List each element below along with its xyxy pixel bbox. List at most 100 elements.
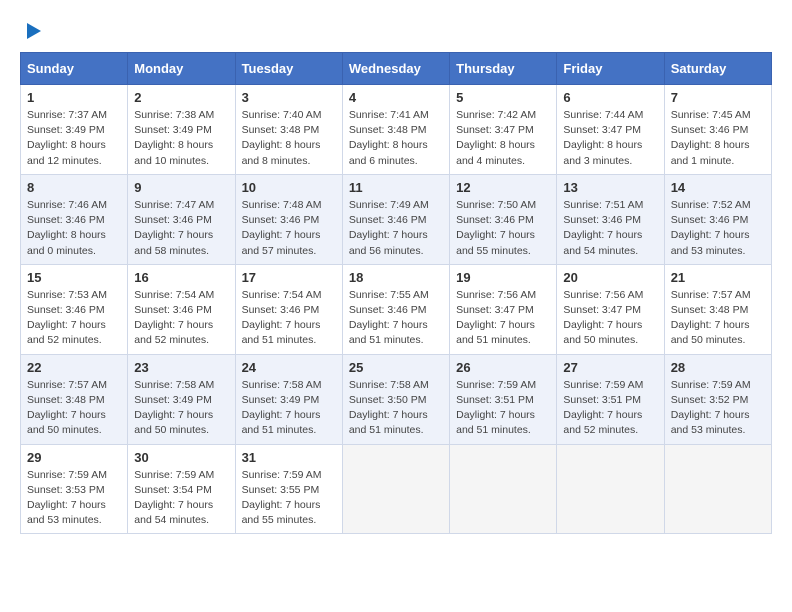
- day-info: Sunrise: 7:40 AMSunset: 3:48 PMDaylight:…: [242, 108, 336, 169]
- calendar-cell: 13 Sunrise: 7:51 AMSunset: 3:46 PMDayligh…: [557, 174, 664, 264]
- calendar-cell: 11 Sunrise: 7:49 AMSunset: 3:46 PMDayligh…: [342, 174, 449, 264]
- day-info: Sunrise: 7:51 AMSunset: 3:46 PMDaylight:…: [563, 198, 657, 259]
- calendar-cell: 29Sunrise: 7:59 AMSunset: 3:53 PMDayligh…: [21, 444, 128, 534]
- calendar-cell: 6 Sunrise: 7:44 AMSunset: 3:47 PMDaylight…: [557, 85, 664, 175]
- calendar-cell: 19Sunrise: 7:56 AMSunset: 3:47 PMDayligh…: [450, 264, 557, 354]
- calendar-cell: [450, 444, 557, 534]
- calendar-cell: 18 Sunrise: 7:55 AMSunset: 3:46 PMDayligh…: [342, 264, 449, 354]
- day-number: 22: [27, 360, 121, 375]
- calendar-cell: 16 Sunrise: 7:54 AMSunset: 3:46 PMDayligh…: [128, 264, 235, 354]
- calendar-header-friday: Friday: [557, 53, 664, 85]
- day-number: 16: [134, 270, 228, 285]
- calendar-cell: 10Sunrise: 7:48 AMSunset: 3:46 PMDayligh…: [235, 174, 342, 264]
- day-info: Sunrise: 7:59 AMSunset: 3:52 PMDaylight:…: [671, 378, 765, 439]
- day-info: Sunrise: 7:54 AMSunset: 3:46 PMDaylight:…: [242, 288, 336, 349]
- logo: [20, 20, 45, 42]
- calendar-cell: 31 Sunrise: 7:59 AMSunset: 3:55 PMDayligh…: [235, 444, 342, 534]
- day-number: 4: [349, 90, 443, 105]
- day-number: 26: [456, 360, 550, 375]
- day-number: 9: [134, 180, 228, 195]
- day-info: Sunrise: 7:59 AMSunset: 3:55 PMDaylight:…: [242, 468, 336, 529]
- day-number: 15: [27, 270, 121, 285]
- day-number: 18: [349, 270, 443, 285]
- day-number: 13: [563, 180, 657, 195]
- day-info: Sunrise: 7:54 AMSunset: 3:46 PMDaylight:…: [134, 288, 228, 349]
- calendar-cell: 9 Sunrise: 7:47 AMSunset: 3:46 PMDaylight…: [128, 174, 235, 264]
- calendar-header-monday: Monday: [128, 53, 235, 85]
- calendar-cell: 22Sunrise: 7:57 AMSunset: 3:48 PMDayligh…: [21, 354, 128, 444]
- day-number: 17: [242, 270, 336, 285]
- day-info: Sunrise: 7:53 AMSunset: 3:46 PMDaylight:…: [27, 288, 121, 349]
- calendar-cell: 14 Sunrise: 7:52 AMSunset: 3:46 PMDayligh…: [664, 174, 771, 264]
- day-number: 7: [671, 90, 765, 105]
- day-number: 25: [349, 360, 443, 375]
- day-info: Sunrise: 7:49 AMSunset: 3:46 PMDaylight:…: [349, 198, 443, 259]
- calendar-header-sunday: Sunday: [21, 53, 128, 85]
- calendar-week-row: 22Sunrise: 7:57 AMSunset: 3:48 PMDayligh…: [21, 354, 772, 444]
- day-number: 29: [27, 450, 121, 465]
- day-number: 6: [563, 90, 657, 105]
- calendar-cell: 1Sunrise: 7:37 AMSunset: 3:49 PMDaylight…: [21, 85, 128, 175]
- calendar-cell: 25 Sunrise: 7:58 AMSunset: 3:50 PMDayligh…: [342, 354, 449, 444]
- day-info: Sunrise: 7:58 AMSunset: 3:49 PMDaylight:…: [242, 378, 336, 439]
- day-info: Sunrise: 7:52 AMSunset: 3:46 PMDaylight:…: [671, 198, 765, 259]
- calendar-week-row: 1Sunrise: 7:37 AMSunset: 3:49 PMDaylight…: [21, 85, 772, 175]
- day-info: Sunrise: 7:47 AMSunset: 3:46 PMDaylight:…: [134, 198, 228, 259]
- day-info: Sunrise: 7:50 AMSunset: 3:46 PMDaylight:…: [456, 198, 550, 259]
- day-info: Sunrise: 7:58 AMSunset: 3:49 PMDaylight:…: [134, 378, 228, 439]
- logo-arrow-icon: [23, 20, 45, 42]
- day-number: 27: [563, 360, 657, 375]
- day-number: 5: [456, 90, 550, 105]
- calendar-table: SundayMondayTuesdayWednesdayThursdayFrid…: [20, 52, 772, 534]
- calendar-header-tuesday: Tuesday: [235, 53, 342, 85]
- calendar-cell: 24Sunrise: 7:58 AMSunset: 3:49 PMDayligh…: [235, 354, 342, 444]
- day-info: Sunrise: 7:44 AMSunset: 3:47 PMDaylight:…: [563, 108, 657, 169]
- day-info: Sunrise: 7:37 AMSunset: 3:49 PMDaylight:…: [27, 108, 121, 169]
- day-number: 3: [242, 90, 336, 105]
- day-number: 12: [456, 180, 550, 195]
- day-info: Sunrise: 7:58 AMSunset: 3:50 PMDaylight:…: [349, 378, 443, 439]
- day-number: 21: [671, 270, 765, 285]
- calendar-header-thursday: Thursday: [450, 53, 557, 85]
- calendar-cell: [342, 444, 449, 534]
- day-number: 20: [563, 270, 657, 285]
- calendar-cell: 17 Sunrise: 7:54 AMSunset: 3:46 PMDayligh…: [235, 264, 342, 354]
- calendar-cell: 26Sunrise: 7:59 AMSunset: 3:51 PMDayligh…: [450, 354, 557, 444]
- day-number: 14: [671, 180, 765, 195]
- day-info: Sunrise: 7:57 AMSunset: 3:48 PMDaylight:…: [671, 288, 765, 349]
- calendar-cell: 27 Sunrise: 7:59 AMSunset: 3:51 PMDayligh…: [557, 354, 664, 444]
- calendar-cell: 21 Sunrise: 7:57 AMSunset: 3:48 PMDayligh…: [664, 264, 771, 354]
- day-info: Sunrise: 7:38 AMSunset: 3:49 PMDaylight:…: [134, 108, 228, 169]
- day-number: 23: [134, 360, 228, 375]
- calendar-cell: 3 Sunrise: 7:40 AMSunset: 3:48 PMDaylight…: [235, 85, 342, 175]
- day-number: 19: [456, 270, 550, 285]
- calendar-week-row: 29Sunrise: 7:59 AMSunset: 3:53 PMDayligh…: [21, 444, 772, 534]
- day-info: Sunrise: 7:48 AMSunset: 3:46 PMDaylight:…: [242, 198, 336, 259]
- day-number: 2: [134, 90, 228, 105]
- day-info: Sunrise: 7:42 AMSunset: 3:47 PMDaylight:…: [456, 108, 550, 169]
- day-info: Sunrise: 7:45 AMSunset: 3:46 PMDaylight:…: [671, 108, 765, 169]
- calendar-header-saturday: Saturday: [664, 53, 771, 85]
- calendar-cell: 12 Sunrise: 7:50 AMSunset: 3:46 PMDayligh…: [450, 174, 557, 264]
- calendar-cell: 8 Sunrise: 7:46 AMSunset: 3:46 PMDaylight…: [21, 174, 128, 264]
- calendar-week-row: 15 Sunrise: 7:53 AMSunset: 3:46 PMDayligh…: [21, 264, 772, 354]
- day-info: Sunrise: 7:55 AMSunset: 3:46 PMDaylight:…: [349, 288, 443, 349]
- day-info: Sunrise: 7:59 AMSunset: 3:51 PMDaylight:…: [563, 378, 657, 439]
- calendar-cell: 7 Sunrise: 7:45 AMSunset: 3:46 PMDaylight…: [664, 85, 771, 175]
- day-info: Sunrise: 7:46 AMSunset: 3:46 PMDaylight:…: [27, 198, 121, 259]
- calendar-cell: 23 Sunrise: 7:58 AMSunset: 3:49 PMDayligh…: [128, 354, 235, 444]
- day-number: 8: [27, 180, 121, 195]
- page-header: [20, 20, 772, 42]
- calendar-cell: [557, 444, 664, 534]
- calendar-cell: 30Sunrise: 7:59 AMSunset: 3:54 PMDayligh…: [128, 444, 235, 534]
- day-number: 11: [349, 180, 443, 195]
- day-info: Sunrise: 7:41 AMSunset: 3:48 PMDaylight:…: [349, 108, 443, 169]
- day-number: 30: [134, 450, 228, 465]
- calendar-cell: 2 Sunrise: 7:38 AMSunset: 3:49 PMDaylight…: [128, 85, 235, 175]
- calendar-cell: [664, 444, 771, 534]
- day-number: 31: [242, 450, 336, 465]
- calendar-cell: 5 Sunrise: 7:42 AMSunset: 3:47 PMDaylight…: [450, 85, 557, 175]
- calendar-header-row: SundayMondayTuesdayWednesdayThursdayFrid…: [21, 53, 772, 85]
- day-info: Sunrise: 7:56 AMSunset: 3:47 PMDaylight:…: [563, 288, 657, 349]
- calendar-cell: 4 Sunrise: 7:41 AMSunset: 3:48 PMDaylight…: [342, 85, 449, 175]
